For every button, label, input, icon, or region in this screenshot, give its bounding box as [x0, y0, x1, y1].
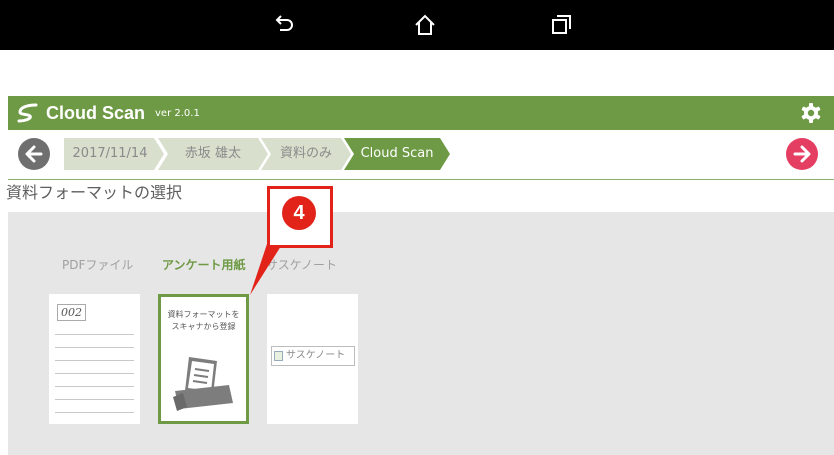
ruled-line: [55, 347, 134, 348]
callout-number: 4: [282, 196, 316, 230]
recents-nav-icon[interactable]: [549, 13, 573, 37]
sheet-code: 002: [57, 304, 86, 321]
back-button[interactable]: [18, 138, 50, 170]
format-card-survey[interactable]: 資料フォーマットを スキャナから登録: [158, 294, 249, 424]
arrow-left-icon: [25, 145, 43, 163]
arrow-right-icon: [793, 145, 811, 163]
format-card-note[interactable]: サスケノート: [267, 294, 358, 424]
breadcrumb: 2017/11/14 赤坂 雄太 資料のみ Cloud Scan: [8, 130, 834, 178]
card-caption: 資料フォーマットを スキャナから登録: [167, 310, 240, 331]
gear-icon[interactable]: [800, 102, 822, 124]
home-nav-icon[interactable]: [413, 13, 437, 37]
breadcrumb-user[interactable]: 赤坂 雄太: [158, 138, 268, 170]
android-nav-bar: [0, 0, 834, 50]
next-button[interactable]: [786, 138, 818, 170]
ruled-line: [55, 386, 134, 387]
app-title: Cloud Scan: [46, 103, 146, 123]
ruled-line: [55, 399, 134, 400]
breadcrumb-mode[interactable]: 資料のみ: [261, 138, 351, 170]
ruled-line: [55, 373, 134, 374]
page-title: 資料フォーマットの選択: [6, 183, 183, 202]
cloud-scan-logo: [16, 102, 40, 124]
app-version: ver 2.0.1: [155, 108, 200, 119]
back-nav-icon[interactable]: [272, 13, 296, 37]
scanner-icon: [173, 357, 233, 411]
divider: [8, 179, 834, 180]
tab-survey[interactable]: アンケート用紙: [162, 256, 246, 274]
app-header: Cloud Scan ver 2.0.1: [8, 96, 834, 130]
callout-marker: 4: [267, 186, 333, 248]
breadcrumb-date[interactable]: 2017/11/14: [64, 138, 164, 170]
ruled-line: [55, 360, 134, 361]
broken-image: サスケノート: [271, 346, 355, 366]
tab-pdf[interactable]: PDFファイル: [62, 256, 133, 274]
format-card-pdf[interactable]: 002: [49, 294, 140, 424]
ruled-line: [55, 412, 134, 413]
broken-image-icon: [274, 351, 283, 361]
ruled-line: [55, 334, 134, 335]
format-selection-panel: PDFファイル アンケート用紙 サスケノート 002 資料フォーマットを スキャ…: [8, 212, 834, 455]
breadcrumb-current: Cloud Scan: [344, 138, 450, 170]
